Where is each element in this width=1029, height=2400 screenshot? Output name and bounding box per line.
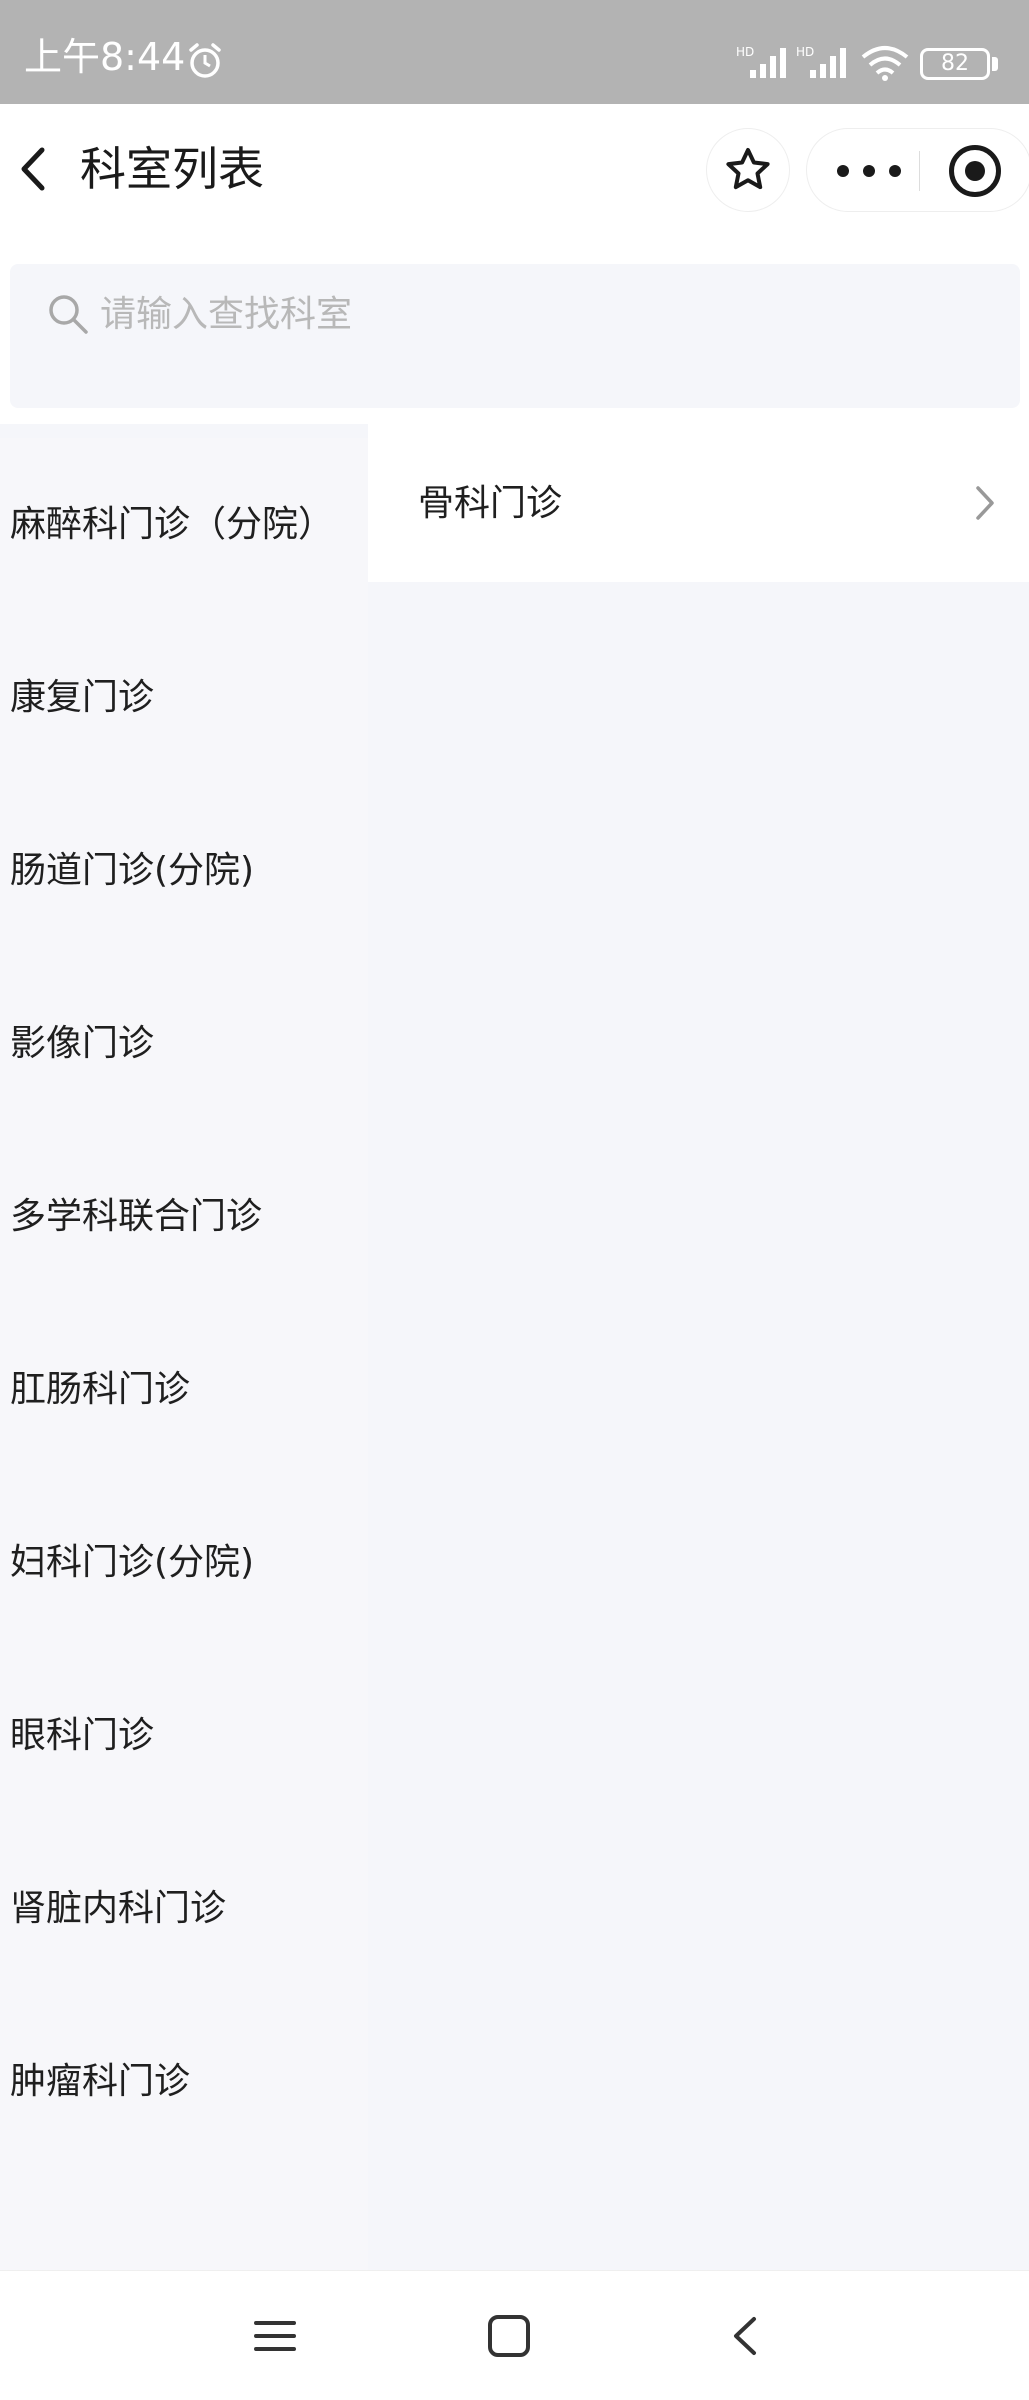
home-icon[interactable]: [484, 2311, 534, 2361]
svg-text:HD: HD: [796, 45, 814, 59]
more-icon[interactable]: [837, 149, 901, 193]
search-bar: [10, 264, 1020, 408]
signal-icon: HD: [796, 45, 846, 78]
department-item[interactable]: 肿瘤科门诊: [0, 1995, 368, 2168]
menu-icon[interactable]: [250, 2311, 300, 2361]
chevron-right-icon: [976, 486, 994, 520]
sub-department-list: 骨科门诊: [368, 424, 1029, 582]
status-bar: 上午8:44 HD HD 82: [0, 0, 1029, 104]
nav-back-icon[interactable]: [722, 2311, 772, 2361]
mini-program-capsule: [806, 128, 1029, 212]
battery-tip: [992, 57, 998, 71]
svg-text:HD: HD: [736, 45, 754, 59]
signal-icon: HD: [736, 45, 786, 78]
page-title: 科室列表: [80, 142, 264, 196]
search-input[interactable]: [100, 284, 980, 344]
wifi-icon: [861, 46, 909, 81]
star-icon: [726, 148, 770, 190]
department-item[interactable]: 肛肠科门诊: [0, 1303, 368, 1476]
department-item[interactable]: 肠道门诊(分院): [0, 784, 368, 957]
department-list: 麻醉科门诊（分院） 康复门诊 肠道门诊(分院) 影像门诊 多学科联合门诊 肛肠科…: [0, 438, 368, 2270]
nav-bar: 科室列表: [0, 104, 1029, 234]
favorite-button[interactable]: [706, 128, 790, 212]
capsule-divider: [919, 151, 920, 191]
sub-department-label: 骨科门诊: [418, 483, 563, 524]
search-icon: [49, 295, 88, 334]
department-content: 麻醉科门诊（分院） 康复门诊 肠道门诊(分院) 影像门诊 多学科联合门诊 肛肠科…: [0, 424, 1029, 2270]
alarm-icon: [189, 43, 221, 78]
department-item[interactable]: 肾脏内科门诊: [0, 1822, 368, 1995]
target-icon[interactable]: [949, 145, 1001, 197]
back-icon[interactable]: [8, 134, 58, 204]
department-item[interactable]: 眼科门诊: [0, 1649, 368, 1822]
status-time: 上午8:44: [24, 35, 186, 79]
battery-indicator: 82: [920, 48, 990, 80]
sub-department-item[interactable]: 骨科门诊: [368, 424, 1029, 582]
department-item[interactable]: 影像门诊: [0, 957, 368, 1130]
system-nav-bar: [0, 2270, 1029, 2400]
department-item[interactable]: 多学科联合门诊: [0, 1130, 368, 1303]
department-item[interactable]: 麻醉科门诊（分院）: [0, 438, 368, 611]
department-item[interactable]: 康复门诊: [0, 611, 368, 784]
department-item[interactable]: 妇科门诊(分院): [0, 1476, 368, 1649]
